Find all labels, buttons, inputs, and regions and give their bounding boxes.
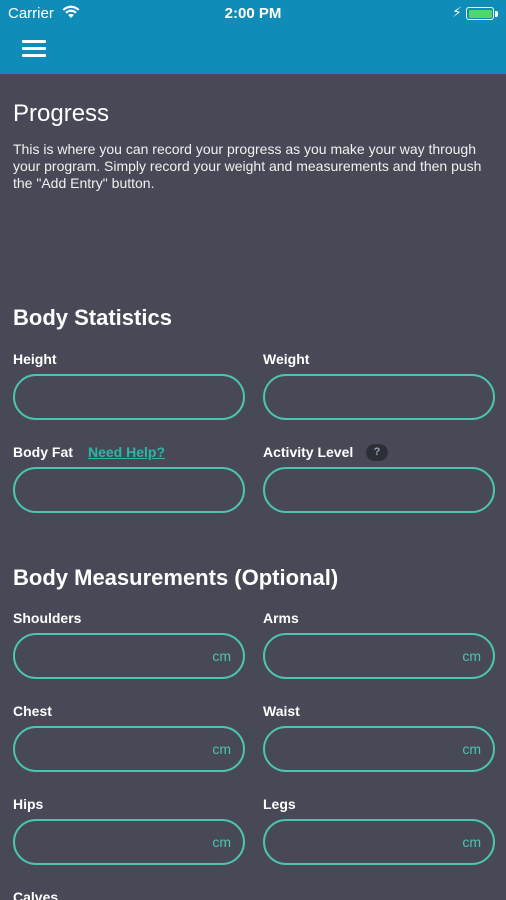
body-fat-label: Body Fat <box>13 444 73 460</box>
battery-icon <box>466 7 494 20</box>
activity-level-field[interactable] <box>263 467 495 513</box>
legs-field[interactable]: cm <box>263 819 495 865</box>
hips-input[interactable] <box>15 821 243 863</box>
unit-label: cm <box>462 834 481 850</box>
height-field[interactable] <box>13 374 245 420</box>
charging-icon: ⚡ <box>452 4 462 20</box>
waist-label: Waist <box>263 703 300 719</box>
waist-input[interactable] <box>265 728 493 770</box>
weight-field[interactable] <box>263 374 495 420</box>
status-bar: Carrier 2:00 PM ⚡ <box>0 0 506 28</box>
weight-label: Weight <box>263 351 310 367</box>
body-statistics-title: Body Statistics <box>13 305 172 330</box>
shoulders-input[interactable] <box>15 635 243 677</box>
weight-input[interactable] <box>265 376 493 418</box>
shoulders-field[interactable]: cm <box>13 633 245 679</box>
activity-level-input[interactable] <box>265 469 493 511</box>
battery-cap <box>495 11 498 17</box>
body-fat-input[interactable] <box>15 469 243 511</box>
legs-input[interactable] <box>265 821 493 863</box>
hips-label: Hips <box>13 796 44 812</box>
legs-label: Legs <box>263 796 296 812</box>
body-measurements-title: Body Measurements (Optional) <box>13 565 339 590</box>
unit-label: cm <box>212 648 231 664</box>
unit-label: cm <box>462 741 481 757</box>
chest-input[interactable] <box>15 728 243 770</box>
waist-field[interactable]: cm <box>263 726 495 772</box>
activity-help-icon[interactable]: ? <box>366 444 388 461</box>
clock-time: 2:00 PM <box>224 5 282 22</box>
unit-label: cm <box>212 834 231 850</box>
arms-label: Arms <box>263 610 299 626</box>
height-label: Height <box>13 351 57 367</box>
shoulders-label: Shoulders <box>13 610 82 626</box>
page-intro-text: This is where you can record your progre… <box>13 141 482 191</box>
height-input[interactable] <box>15 376 243 418</box>
unit-label: cm <box>462 648 481 664</box>
need-help-link[interactable]: Need Help? <box>88 444 165 460</box>
activity-level-label: Activity Level <box>263 444 354 460</box>
arms-input[interactable] <box>265 635 493 677</box>
page-title: Progress <box>13 100 110 127</box>
hips-field[interactable]: cm <box>13 819 245 865</box>
calves-label: Calves <box>13 889 59 900</box>
chest-label: Chest <box>13 703 52 719</box>
body-fat-field[interactable] <box>13 467 245 513</box>
arms-field[interactable]: cm <box>263 633 495 679</box>
chest-field[interactable]: cm <box>13 726 245 772</box>
hamburger-menu-icon[interactable] <box>22 40 46 58</box>
unit-label: cm <box>212 741 231 757</box>
